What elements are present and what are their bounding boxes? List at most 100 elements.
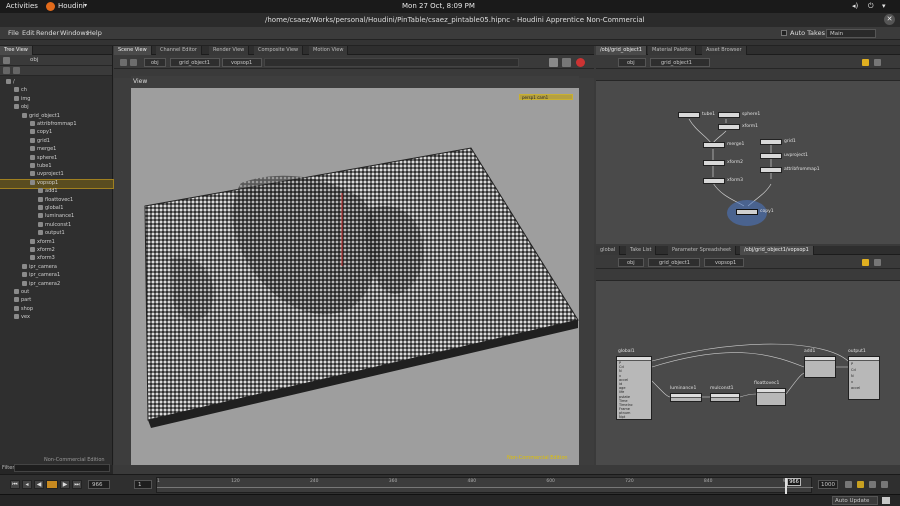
current-frame-field[interactable]: 966 bbox=[88, 480, 110, 489]
key-icon[interactable] bbox=[845, 481, 852, 488]
tab-motion-view[interactable]: Motion View bbox=[309, 46, 349, 55]
settings-icon[interactable] bbox=[881, 481, 888, 488]
camera-icon[interactable] bbox=[562, 58, 571, 67]
menu-windows[interactable]: Windows bbox=[60, 29, 89, 37]
network-node[interactable] bbox=[703, 160, 725, 166]
tree-item[interactable]: luminance1 bbox=[0, 213, 113, 221]
tab-channel-editor[interactable]: Channel Editor bbox=[156, 46, 202, 55]
expand-icon[interactable] bbox=[3, 67, 10, 74]
path-grid-object[interactable]: grid_object1 bbox=[170, 58, 220, 67]
step-back-icon[interactable]: ◂ bbox=[22, 480, 32, 489]
end-frame-field[interactable]: 1000 bbox=[818, 480, 838, 489]
tab-composite-view[interactable]: Composite View bbox=[254, 46, 304, 55]
tree-item[interactable]: vopsop1 bbox=[0, 178, 114, 189]
tree-item[interactable]: obj bbox=[0, 104, 113, 112]
chevron-down-icon[interactable]: ▾ bbox=[882, 2, 886, 10]
speaker-icon[interactable]: ◂) bbox=[852, 2, 858, 10]
tree-item[interactable]: grid_object1 bbox=[0, 112, 113, 121]
vop-port[interactable]: Npt bbox=[617, 415, 651, 419]
timeline-track[interactable]: 1120240360480600720840960 966 bbox=[156, 477, 813, 494]
play-reverse-icon[interactable]: ◀ bbox=[34, 480, 44, 489]
mulconst1-node[interactable] bbox=[710, 393, 740, 402]
tab-take-list[interactable]: Take List bbox=[626, 246, 657, 255]
back-icon[interactable] bbox=[3, 57, 10, 64]
network-node[interactable] bbox=[718, 124, 740, 130]
tree-item[interactable]: copy1 bbox=[0, 129, 113, 137]
sound-icon[interactable] bbox=[869, 481, 876, 488]
tab-render-view[interactable]: Render View bbox=[209, 46, 250, 55]
tree-item[interactable]: floattovec1 bbox=[0, 196, 113, 205]
network-node[interactable] bbox=[703, 178, 725, 184]
path-obj[interactable]: obj bbox=[144, 58, 166, 67]
jump-end-icon[interactable]: ⏭ bbox=[72, 480, 82, 489]
tree-item[interactable]: xform3 bbox=[0, 255, 113, 263]
network-node[interactable] bbox=[760, 139, 782, 145]
tree-item[interactable]: ch bbox=[0, 87, 113, 95]
vop-network-editor[interactable]: global1 P Cd Nv accel id age life pstate Time Tim… bbox=[596, 281, 900, 465]
tab-network-grid-object[interactable]: /obj/grid_object1 bbox=[596, 46, 647, 55]
auto-update-select[interactable]: Auto Update bbox=[832, 496, 878, 505]
tree-item[interactable]: tube1 bbox=[0, 163, 113, 171]
view-label[interactable]: View bbox=[133, 78, 147, 85]
stop-button[interactable] bbox=[46, 480, 58, 489]
close-icon[interactable]: ✕ bbox=[884, 14, 895, 25]
network-node[interactable] bbox=[678, 112, 700, 118]
auto-takes-checkbox[interactable] bbox=[781, 30, 787, 36]
tree-item[interactable]: sphere1 bbox=[0, 154, 113, 163]
path-grid-object[interactable]: grid_object1 bbox=[650, 58, 710, 67]
path-obj[interactable]: obj bbox=[618, 58, 646, 67]
pin-icon[interactable] bbox=[862, 59, 869, 66]
menu-render[interactable]: Render bbox=[36, 29, 59, 37]
tree-item[interactable]: ipr_camera1 bbox=[0, 272, 113, 280]
global1-node[interactable]: P Cd Nv accel id age life pstate Time TimeInc Fram… bbox=[616, 356, 652, 420]
network-node[interactable] bbox=[703, 142, 725, 148]
lock-icon[interactable] bbox=[857, 481, 864, 488]
power-icon[interactable]: ⏻ bbox=[868, 2, 874, 11]
update-mode-icon[interactable] bbox=[882, 497, 890, 504]
tree-item[interactable]: add1 bbox=[0, 188, 113, 196]
tree-item[interactable]: / bbox=[0, 79, 113, 87]
pin-icon[interactable] bbox=[862, 259, 869, 266]
tree-item[interactable]: uvproject1 bbox=[0, 171, 113, 179]
menu-help[interactable]: Help bbox=[87, 29, 102, 37]
back-icon[interactable] bbox=[120, 59, 127, 66]
tree-item[interactable]: xform2 bbox=[0, 247, 113, 255]
jump-start-icon[interactable]: ⏮ bbox=[10, 480, 20, 489]
filter-input[interactable] bbox=[14, 464, 110, 472]
menu-file[interactable]: File bbox=[8, 29, 19, 37]
copy1-node[interactable] bbox=[736, 209, 758, 215]
path-vopsop[interactable]: vopsop1 bbox=[704, 258, 744, 267]
path-vopsop[interactable]: vopsop1 bbox=[222, 58, 262, 67]
tree-item[interactable]: img bbox=[0, 95, 113, 104]
path-obj[interactable]: obj bbox=[618, 258, 644, 267]
network-node[interactable] bbox=[760, 153, 782, 159]
record-icon[interactable] bbox=[576, 58, 585, 67]
tree-item[interactable]: vex bbox=[0, 314, 113, 322]
take-select[interactable]: Main bbox=[826, 29, 876, 38]
network-node[interactable] bbox=[718, 112, 740, 118]
tree-item[interactable]: grid1 bbox=[0, 137, 113, 146]
path-grid-object[interactable]: grid_object1 bbox=[648, 258, 700, 267]
vop-port[interactable]: accel bbox=[849, 385, 879, 391]
tree-item[interactable]: xform1 bbox=[0, 238, 113, 247]
settings-icon[interactable] bbox=[874, 259, 881, 266]
luminance1-node[interactable] bbox=[670, 393, 702, 402]
output1-node[interactable]: P Cd Nv accel bbox=[848, 356, 880, 400]
tab-material-palette[interactable]: Material Palette bbox=[648, 46, 697, 55]
tree-item[interactable]: global1 bbox=[0, 205, 113, 213]
forward-icon[interactable] bbox=[130, 59, 137, 66]
network-node[interactable] bbox=[760, 167, 782, 173]
tree-item[interactable]: ipr_camera bbox=[0, 263, 113, 272]
obj-network-editor[interactable]: tube1 sphere1 xform1 merge1 xform2 grid1 uvpro… bbox=[596, 81, 900, 244]
floattovec1-node[interactable] bbox=[756, 388, 786, 406]
tree-item[interactable]: out bbox=[0, 289, 113, 297]
tree-item[interactable]: output1 bbox=[0, 230, 113, 238]
add1-node[interactable] bbox=[804, 356, 836, 378]
tab-parameter-spreadsheet[interactable]: Parameter Spreadsheet bbox=[668, 246, 737, 255]
tab-tree-view[interactable]: Tree View bbox=[0, 46, 33, 55]
start-frame-field[interactable]: 1 bbox=[134, 480, 152, 489]
menu-edit[interactable]: Edit bbox=[22, 29, 35, 37]
cube-icon[interactable] bbox=[549, 58, 558, 67]
tab-vopsop-network[interactable]: /obj/grid_object1/vopsop1 bbox=[740, 246, 814, 255]
tab-asset-browser[interactable]: Asset Browser bbox=[702, 46, 747, 55]
